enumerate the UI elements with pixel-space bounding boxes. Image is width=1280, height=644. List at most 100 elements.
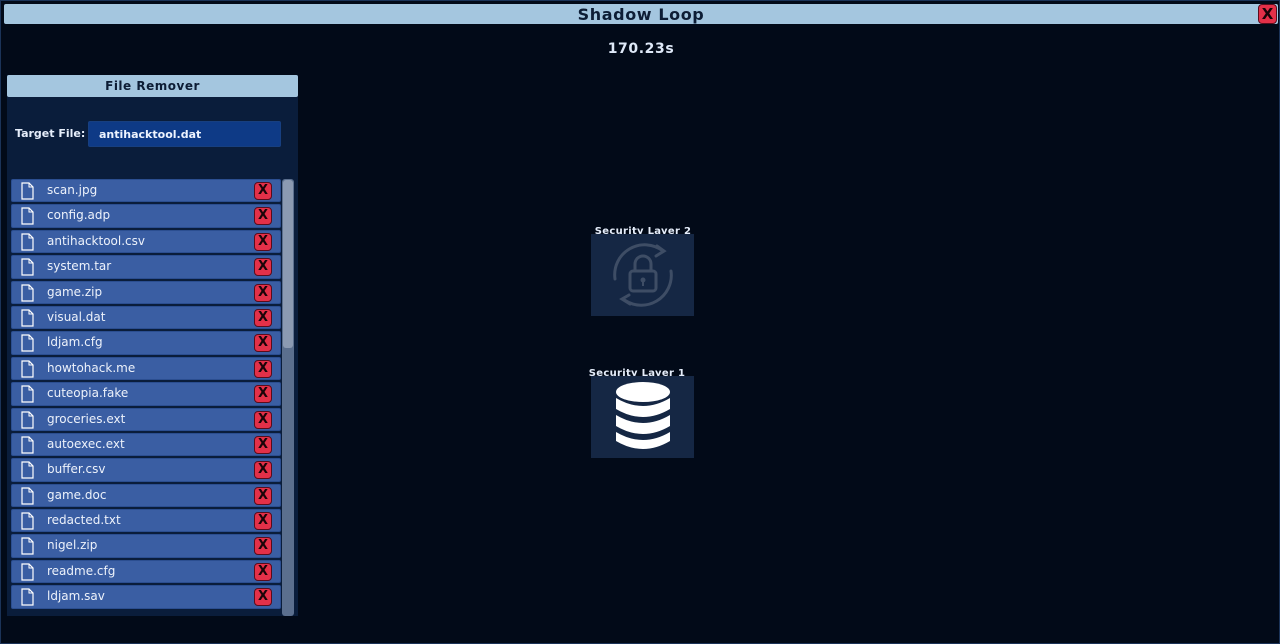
lock-rotate-icon (612, 243, 673, 307)
close-icon: X (257, 462, 269, 478)
file-icon (21, 360, 34, 378)
file-row: config.adp X (11, 204, 281, 228)
file-name: readme.cfg (47, 563, 116, 578)
game-window: Shadow Loop X 170.23s File Remover Targe… (0, 0, 1280, 644)
target-file-field: antihacktool.dat (88, 121, 281, 147)
file-row: ldjam.sav X (11, 585, 281, 609)
close-icon: X (257, 259, 269, 275)
file-name: ldjam.cfg (47, 335, 103, 350)
close-icon: X (257, 335, 269, 351)
delete-file-button[interactable]: X (254, 461, 272, 480)
file-icon (21, 233, 34, 251)
file-name: scan.jpg (47, 183, 98, 197)
file-name: ldjam.sav (47, 589, 105, 604)
delete-file-button[interactable]: X (254, 232, 272, 251)
delete-file-button[interactable]: X (254, 308, 272, 327)
file-row: game.zip X (11, 280, 281, 304)
file-list: scan.jpg Xconfig.adp Xantihacktool.csv Xsys… (11, 179, 281, 616)
delete-file-button[interactable]: X (254, 334, 272, 353)
security-layer-1[interactable] (591, 376, 694, 458)
delete-file-button[interactable]: X (254, 359, 272, 378)
close-icon: X (257, 360, 269, 376)
file-row: visual.dat X (11, 305, 281, 330)
title-bar: Shadow Loop X (4, 4, 1278, 24)
file-icon (21, 385, 34, 403)
file-name: groceries.ext (47, 411, 126, 426)
window-title: Shadow Loop (577, 4, 705, 24)
delete-file-button[interactable]: X (254, 207, 272, 226)
file-name: game.zip (47, 284, 103, 299)
delete-file-button[interactable]: X (254, 182, 272, 200)
close-icon: X (257, 284, 269, 300)
close-icon: X (257, 208, 269, 224)
file-icon (21, 207, 34, 225)
file-name: visual.dat (47, 309, 106, 324)
close-icon: X (257, 183, 269, 198)
delete-file-button[interactable]: X (254, 537, 272, 556)
file-name: system.tar (47, 259, 112, 274)
file-icon (21, 410, 34, 429)
close-icon: X (257, 411, 269, 427)
panel-title: File Remover (105, 79, 200, 93)
delete-file-button[interactable]: X (254, 410, 272, 429)
delete-file-button[interactable]: X (254, 385, 272, 404)
scrollbar-thumb[interactable] (283, 180, 293, 348)
file-remover-header: File Remover (7, 75, 298, 97)
file-icon (21, 334, 34, 352)
file-row: game.doc X (11, 483, 281, 508)
file-name: antihacktool.csv (47, 233, 145, 248)
file-row: buffer.csv X (11, 458, 281, 482)
file-name: autoexec.ext (47, 436, 125, 451)
file-row: autoexec.ext X (11, 432, 281, 457)
file-name: game.doc (47, 487, 107, 502)
file-icon (21, 512, 34, 530)
file-name: howtohack.me (47, 360, 136, 375)
delete-file-button[interactable]: X (254, 512, 272, 531)
database-icon (615, 382, 670, 449)
file-icon (21, 487, 34, 505)
close-window-button[interactable]: X (1258, 4, 1277, 24)
delete-file-button[interactable]: X (254, 588, 272, 607)
close-icon: X (257, 513, 269, 529)
close-icon: X (257, 386, 269, 402)
close-icon: X (1261, 5, 1274, 23)
delete-file-button[interactable]: X (254, 258, 272, 277)
delete-file-button[interactable]: X (254, 562, 272, 581)
close-icon: X (257, 589, 269, 605)
file-icon (21, 283, 34, 302)
file-row: ldjam.cfg X (11, 331, 281, 355)
file-row: groceries.ext X (11, 407, 281, 431)
close-icon: X (257, 563, 269, 579)
close-icon: X (257, 233, 269, 249)
file-row: antihacktool.csv X (11, 229, 281, 254)
security-layer-2[interactable] (591, 234, 694, 316)
file-row: nigel.zip X (11, 534, 281, 558)
delete-file-button[interactable]: X (254, 486, 272, 505)
close-icon: X (257, 487, 269, 503)
delete-file-button[interactable]: X (254, 283, 272, 302)
countdown-timer: 170.23s (607, 41, 675, 57)
file-icon (21, 182, 34, 200)
file-row: scan.jpg X (11, 179, 281, 203)
close-icon: X (257, 309, 269, 325)
file-name: config.adp (47, 208, 111, 223)
file-name: cuteopia.fake (47, 386, 129, 401)
file-icon (21, 436, 34, 454)
file-list-scrollbar[interactable] (282, 179, 294, 616)
file-row: cuteopia.fake X (11, 382, 281, 406)
file-icon (21, 588, 34, 606)
file-name: redacted.txt (47, 513, 121, 528)
delete-file-button[interactable]: X (254, 435, 272, 454)
file-icon (21, 563, 34, 581)
file-name: buffer.csv (47, 462, 106, 477)
file-row: howtohack.me X (11, 356, 281, 381)
file-icon (21, 461, 34, 479)
target-file-label: Target File: (15, 127, 86, 140)
file-name: nigel.zip (47, 538, 98, 553)
file-row: redacted.txt X (11, 509, 281, 533)
file-icon (21, 537, 34, 556)
file-icon (21, 309, 34, 327)
file-row: readme.cfg X (11, 559, 281, 584)
close-icon: X (257, 538, 269, 554)
file-icon (21, 258, 34, 276)
